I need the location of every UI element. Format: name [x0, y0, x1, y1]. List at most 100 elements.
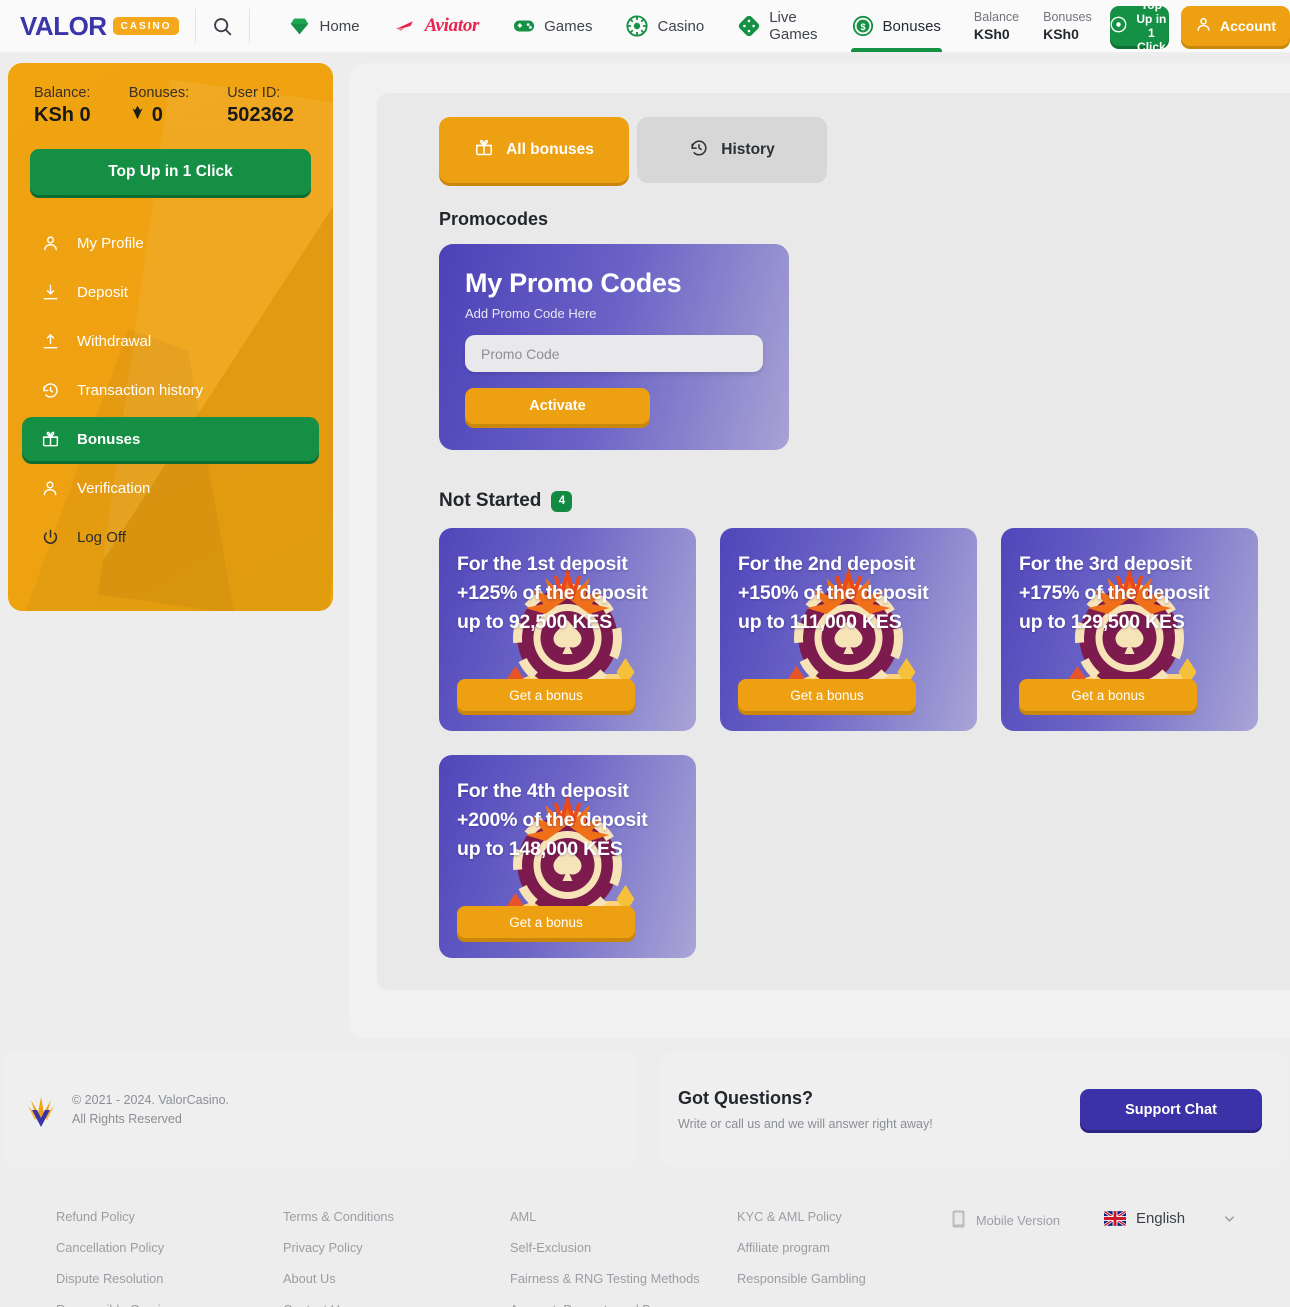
- footer-link[interactable]: Cancellation Policy: [56, 1240, 283, 1255]
- footer-link[interactable]: Affiliate program: [737, 1240, 952, 1255]
- bonus-line-3: up to 148,000 KES: [457, 838, 623, 860]
- footer-link[interactable]: Responsible Gaming: [56, 1302, 283, 1307]
- get-bonus-button[interactable]: Get a bonus: [1019, 679, 1197, 711]
- nav-item-aviator[interactable]: Aviator: [377, 0, 497, 52]
- nav-label: Bonuses: [882, 17, 941, 35]
- mobile-version-toggle[interactable]: Mobile Version: [952, 1210, 1060, 1231]
- footer-link[interactable]: KYC & AML Policy: [737, 1209, 952, 1224]
- promo-code-input[interactable]: [465, 335, 763, 372]
- plus-circle-icon: [1110, 16, 1127, 36]
- get-bonus-button[interactable]: Get a bonus: [457, 679, 635, 711]
- search-icon[interactable]: [212, 9, 233, 43]
- sidebar-item-log-off[interactable]: Log Off: [22, 515, 319, 559]
- footer-link[interactable]: About Us: [283, 1271, 510, 1286]
- activate-button[interactable]: Activate: [465, 388, 650, 424]
- tab-all-bonuses[interactable]: All bonuses: [439, 117, 629, 183]
- bonus-card[interactable]: For the 4th deposit +200% of the deposit…: [439, 755, 696, 958]
- header-bonuses: Bonuses KSh0: [1043, 10, 1092, 42]
- nav-label: Games: [544, 17, 593, 35]
- sidebar-item-label: Bonuses: [77, 430, 141, 448]
- footer-link[interactable]: Fairness & RNG Testing Methods: [510, 1271, 737, 1286]
- sidebar-item-verification[interactable]: Verification: [22, 466, 319, 510]
- footer-link[interactable]: Terms & Conditions: [283, 1209, 510, 1224]
- footer-link[interactable]: Contact Us: [283, 1302, 510, 1307]
- clock-history-icon: [689, 138, 709, 163]
- sidebar-item-my-profile[interactable]: My Profile: [22, 221, 319, 265]
- sidebar-menu: My Profile Deposit Withdrawal Transactio…: [22, 221, 319, 559]
- footer-link[interactable]: Self-Exclusion: [510, 1240, 737, 1255]
- sidebar-item-bonuses[interactable]: Bonuses: [22, 417, 319, 461]
- nav-label: Live Games: [769, 9, 818, 43]
- bonus-card[interactable]: For the 3rd deposit +175% of the deposit…: [1001, 528, 1258, 731]
- support-chat-button[interactable]: Support Chat: [1080, 1089, 1262, 1130]
- nav-label: Aviator: [424, 15, 480, 36]
- copyright-line-1: © 2021 - 2024. ValorCasino.: [72, 1092, 229, 1107]
- uk-flag-icon: [1103, 1211, 1126, 1226]
- site-logo[interactable]: VALOR CASINO: [0, 10, 180, 42]
- bonuses-content: All bonuses History Promocodes My Promo …: [377, 93, 1290, 990]
- sidebar-item-transaction-history[interactable]: Transaction history: [22, 368, 319, 412]
- footer-link[interactable]: Refund Policy: [56, 1209, 283, 1224]
- support-card: Got Questions? Write or call us and we w…: [660, 1052, 1288, 1167]
- footer-link-column-4: KYC & AML Policy Affiliate program Respo…: [737, 1209, 952, 1307]
- nav-item-live-games[interactable]: Live Games: [721, 0, 834, 52]
- gift-icon: [474, 138, 494, 163]
- header-balance: Balance KSh0: [974, 10, 1019, 42]
- not-started-title: Not Started: [439, 490, 542, 511]
- footer-link[interactable]: Account, Pay-outs and Bonuses: [510, 1302, 737, 1307]
- bonus-card[interactable]: For the 1st deposit +125% of the deposit…: [439, 528, 696, 731]
- not-started-header: Not Started 4: [439, 490, 1258, 512]
- support-text: Got Questions? Write or call us and we w…: [678, 1088, 933, 1131]
- sidebar-item-withdrawal[interactable]: Withdrawal: [22, 319, 319, 363]
- gamepad-icon: [513, 15, 535, 37]
- sidebar-item-label: Deposit: [77, 283, 128, 301]
- nav-label: Casino: [657, 17, 705, 35]
- bonus-line-2: +200% of the deposit: [457, 809, 648, 831]
- bonus-line-2: +150% of the deposit: [738, 582, 929, 604]
- user-icon: [40, 233, 61, 254]
- nav-label: Home: [319, 17, 360, 35]
- questions-subtitle: Write or call us and we will answer righ…: [678, 1117, 933, 1131]
- sidebar-bonuses-value: 0: [151, 104, 163, 126]
- sidebar-item-label: My Profile: [77, 234, 144, 252]
- tab-label: History: [721, 141, 775, 158]
- nav-item-bonuses[interactable]: $ Bonuses: [835, 0, 958, 52]
- bonuses-label: Bonuses: [1043, 10, 1092, 24]
- bonus-card-text: For the 2nd deposit +150% of the deposit…: [738, 550, 959, 637]
- header-topup-label: Top Up in 1 Click: [1136, 0, 1167, 54]
- nav-item-home[interactable]: Home: [272, 0, 377, 52]
- bonus-line-3: up to 111,000 KES: [738, 611, 902, 633]
- dollar-coin-icon: $: [852, 15, 874, 37]
- promocodes-title: Promocodes: [439, 209, 549, 229]
- footer-link[interactable]: Dispute Resolution: [56, 1271, 283, 1286]
- bonus-line-1: For the 1st deposit: [457, 553, 628, 575]
- account-button[interactable]: Account: [1180, 6, 1290, 46]
- nav-item-casino[interactable]: Casino: [609, 0, 721, 52]
- sidebar-userid-label: User ID:: [227, 85, 281, 101]
- get-bonus-button[interactable]: Get a bonus: [457, 906, 635, 938]
- chevron-down-icon: [1225, 1216, 1235, 1222]
- not-started-count-badge: 4: [551, 490, 573, 512]
- footer-link[interactable]: Privacy Policy: [283, 1240, 510, 1255]
- sidebar-topup-button[interactable]: Top Up in 1 Click: [30, 149, 311, 195]
- sidebar-item-deposit[interactable]: Deposit: [22, 270, 319, 314]
- logo-text: VALOR: [20, 10, 107, 41]
- sidebar-account-summary: Balance: KSh 0 Bonuses: 0 User ID: 50236…: [22, 85, 319, 127]
- sidebar-item-label: Verification: [77, 479, 151, 497]
- footer-link-column-2: Terms & Conditions Privacy Policy About …: [283, 1209, 510, 1307]
- dice-icon: [738, 15, 760, 37]
- sidebar-userid-value: 502362: [227, 104, 294, 126]
- bonus-card-text: For the 3rd deposit +175% of the deposit…: [1019, 550, 1240, 637]
- header-topup-button[interactable]: Top Up in 1 Click: [1109, 0, 1169, 54]
- user-icon: [1195, 16, 1212, 36]
- account-sidebar: Balance: KSh 0 Bonuses: 0 User ID: 50236…: [8, 63, 333, 611]
- language-selector[interactable]: English: [1103, 1210, 1236, 1227]
- footer-link[interactable]: Responsible Gambling: [737, 1271, 952, 1286]
- footer-logo-icon: [28, 1096, 54, 1127]
- get-bonus-button[interactable]: Get a bonus: [738, 679, 916, 711]
- bonus-card[interactable]: For the 2nd deposit +150% of the deposit…: [720, 528, 977, 731]
- nav-item-games[interactable]: Games: [496, 0, 609, 52]
- bonus-line-3: up to 129,500 KES: [1019, 611, 1185, 633]
- tab-history[interactable]: History: [637, 117, 827, 183]
- footer-link[interactable]: AML: [510, 1209, 737, 1224]
